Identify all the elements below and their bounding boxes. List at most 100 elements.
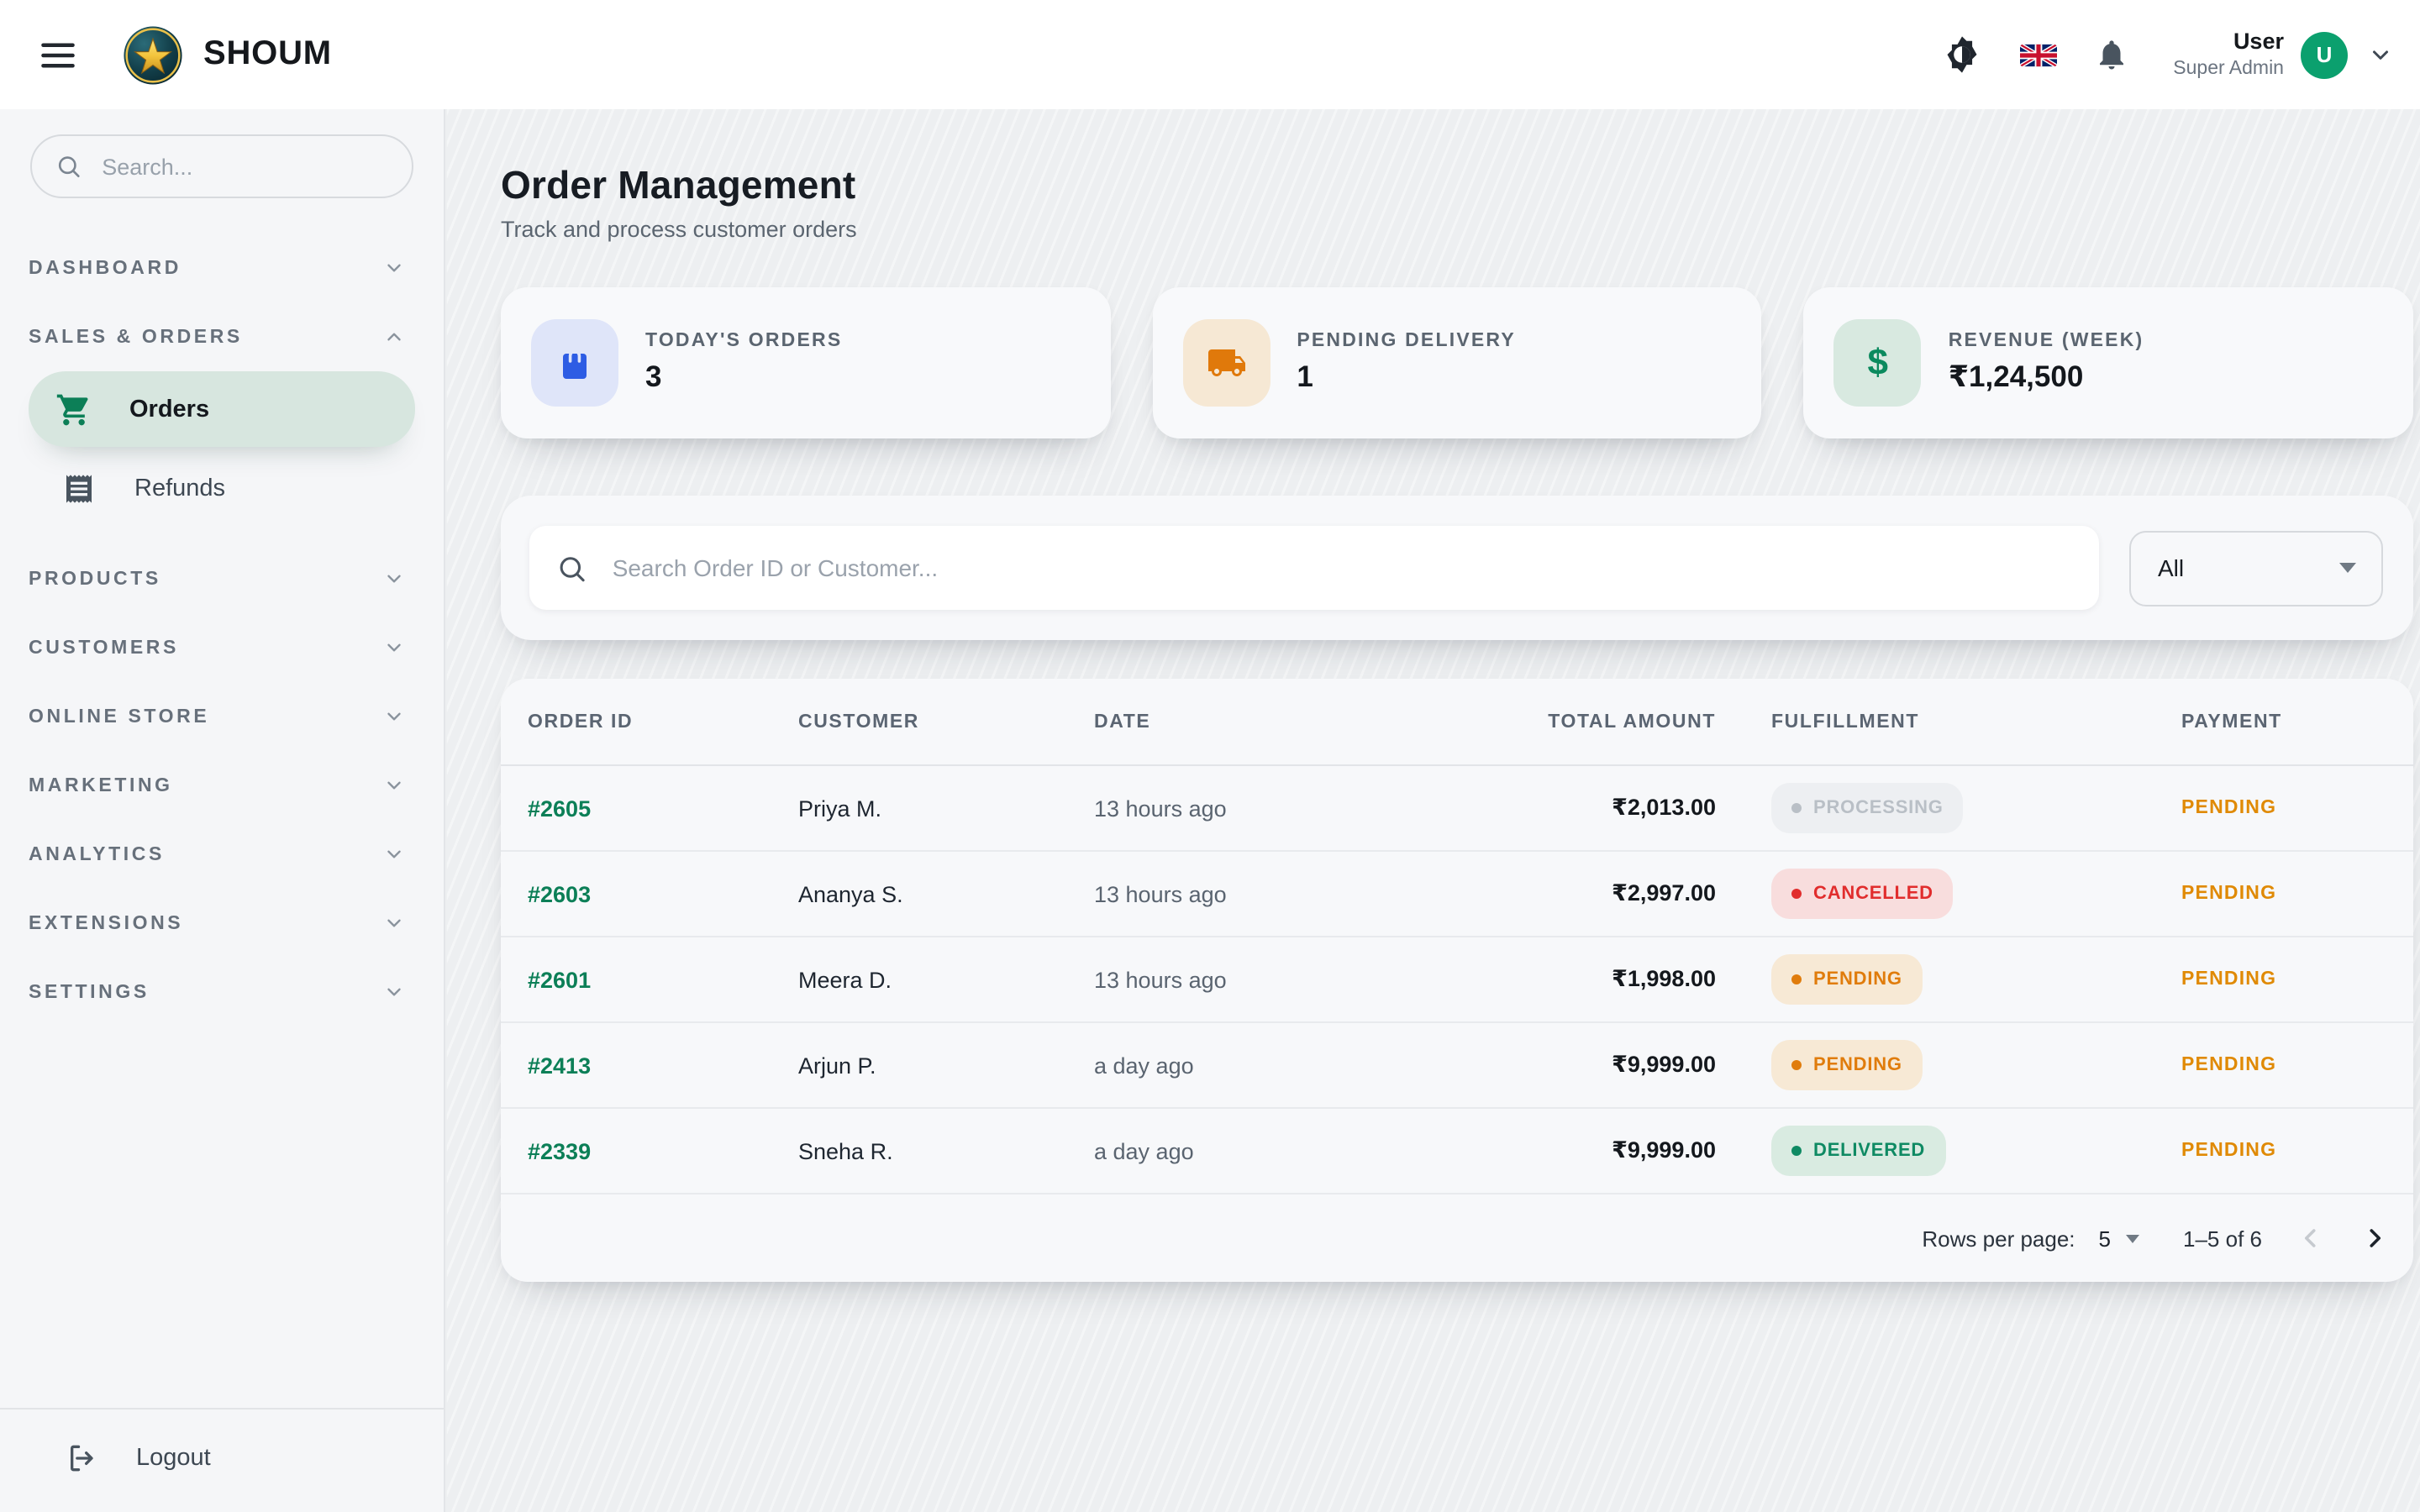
brand-name: SHOUM — [203, 35, 332, 74]
main-content: Order Management Track and process custo… — [447, 109, 2420, 1512]
stat-card-revenue: $ REVENUE (WEEK) ₹1,24,500 — [1804, 287, 2413, 438]
topbar-actions: User Super Admin U — [1941, 29, 2393, 81]
order-id-link[interactable]: #2413 — [528, 1053, 798, 1078]
stat-label: REVENUE (WEEK) — [1949, 331, 2144, 351]
dollar-icon: $ — [1834, 319, 1922, 407]
sidebar: DASHBOARD SALES & ORDERS Orders — [0, 109, 445, 1512]
user-role: Super Admin — [2173, 57, 2284, 81]
sidebar-search-input[interactable] — [98, 152, 388, 181]
payment-status: PENDING — [2181, 1055, 2386, 1075]
table-row[interactable]: #2601 Meera D. 13 hours ago ₹1,998.00 PE… — [501, 937, 2413, 1023]
date-cell: 13 hours ago — [1094, 967, 1430, 992]
sidebar-section-customers[interactable]: CUSTOMERS — [29, 613, 415, 682]
date-cell: 13 hours ago — [1094, 795, 1430, 821]
sidebar-item-refunds[interactable]: Refunds — [29, 450, 415, 526]
sidebar-footer: Logout — [0, 1408, 444, 1512]
filter-bar: All — [501, 496, 2413, 640]
order-id-link[interactable]: #2339 — [528, 1138, 798, 1163]
chevron-down-icon — [383, 568, 405, 590]
table-row[interactable]: #2413 Arjun P. a day ago ₹9,999.00 PENDI… — [501, 1023, 2413, 1109]
bell-icon — [2094, 37, 2129, 72]
amount-cell: ₹1,998.00 — [1430, 966, 1716, 993]
sidebar-item-label: Refunds — [134, 475, 225, 501]
caret-down-icon — [2339, 563, 2356, 573]
menu-toggle-button[interactable] — [40, 39, 76, 70]
theme-toggle-button[interactable] — [1941, 34, 1983, 76]
pagination-range: 1–5 of 6 — [2183, 1226, 2262, 1251]
order-id-link[interactable]: #2601 — [528, 967, 798, 992]
table-pagination: Rows per page: 5 1–5 of 6 — [501, 1194, 2413, 1282]
sidebar-section-dashboard[interactable]: DASHBOARD — [29, 234, 415, 302]
status-filter-select[interactable]: All — [2129, 530, 2383, 606]
amount-cell: ₹9,999.00 — [1430, 1052, 1716, 1079]
sidebar-item-orders[interactable]: Orders — [29, 371, 415, 447]
status-dot — [1791, 974, 1802, 984]
order-id-link[interactable]: #2603 — [528, 881, 798, 906]
amount-cell: ₹9,999.00 — [1430, 1137, 1716, 1164]
fulfillment-badge: PENDING — [1771, 1040, 1923, 1090]
orders-table: ORDER ID CUSTOMER DATE TOTAL AMOUNT FULF… — [501, 679, 2413, 1282]
fulfillment-badge: PROCESSING — [1771, 783, 1964, 833]
sidebar-search — [30, 134, 413, 198]
customer-cell: Arjun P. — [798, 1053, 1094, 1078]
next-page-button[interactable] — [2360, 1223, 2390, 1253]
page-title: Order Management — [501, 163, 2413, 208]
logout-icon — [62, 1441, 99, 1475]
table-row[interactable]: #2339 Sneha R. a day ago ₹9,999.00 DELIV… — [501, 1109, 2413, 1194]
user-menu-button[interactable] — [2368, 42, 2393, 67]
app-window: SHOUM — [0, 0, 2420, 1512]
uk-flag-icon — [2020, 43, 2057, 66]
order-id-link[interactable]: #2605 — [528, 795, 798, 821]
chevron-down-icon — [383, 706, 405, 727]
stat-value: ₹1,24,500 — [1949, 360, 2144, 395]
logout-button[interactable]: Logout — [30, 1431, 211, 1485]
date-cell: 13 hours ago — [1094, 881, 1430, 906]
payment-status: PENDING — [2181, 1141, 2386, 1161]
sidebar-section-marketing[interactable]: MARKETING — [29, 751, 415, 820]
dark-mode-icon — [1941, 34, 1983, 76]
chevron-up-icon — [383, 326, 405, 348]
sidebar-section-products[interactable]: PRODUCTS — [29, 544, 415, 613]
sidebar-section-online-store[interactable]: ONLINE STORE — [29, 682, 415, 751]
fulfillment-badge: PENDING — [1771, 954, 1923, 1005]
stats-row: TODAY'S ORDERS 3 PENDING DELIVERY 1 $ — [501, 287, 2413, 438]
rows-per-page-label: Rows per page: — [1922, 1226, 2075, 1251]
language-flag-button[interactable] — [2020, 43, 2057, 66]
sidebar-section-extensions[interactable]: EXTENSIONS — [29, 889, 415, 958]
table-header: ORDER ID CUSTOMER DATE TOTAL AMOUNT FULF… — [501, 679, 2413, 766]
receipt-icon — [59, 471, 99, 505]
chevron-down-icon — [383, 637, 405, 659]
fulfillment-badge: DELIVERED — [1771, 1126, 1945, 1176]
table-row[interactable]: #2603 Ananya S. 13 hours ago ₹2,997.00 C… — [501, 852, 2413, 937]
avatar[interactable]: U — [2301, 31, 2348, 78]
payment-status: PENDING — [2181, 798, 2386, 818]
stat-value: 3 — [645, 360, 842, 395]
column-header-order-id: ORDER ID — [528, 711, 798, 732]
rows-per-page-select[interactable]: 5 — [2099, 1226, 2139, 1251]
chevron-down-icon — [383, 843, 405, 865]
previous-page-button[interactable] — [2296, 1223, 2326, 1253]
sidebar-nav: DASHBOARD SALES & ORDERS Orders — [0, 234, 444, 1408]
column-header-fulfillment: FULFILLMENT — [1716, 711, 2181, 732]
column-header-payment: PAYMENT — [2181, 711, 2386, 732]
sidebar-item-label: Orders — [129, 396, 209, 423]
order-search-input[interactable] — [609, 553, 2072, 583]
notifications-button[interactable] — [2094, 37, 2129, 72]
customer-cell: Priya M. — [798, 795, 1094, 821]
amount-cell: ₹2,997.00 — [1430, 880, 1716, 907]
chevron-down-icon — [383, 257, 405, 279]
chevron-right-icon — [2360, 1223, 2390, 1253]
shopping-cart-icon — [54, 391, 94, 428]
sidebar-section-analytics[interactable]: ANALYTICS — [29, 820, 415, 889]
logout-label: Logout — [136, 1445, 211, 1472]
stat-card-pending-delivery: PENDING DELIVERY 1 — [1152, 287, 1761, 438]
fulfillment-badge: CANCELLED — [1771, 869, 1954, 919]
hamburger-icon — [40, 39, 76, 70]
customer-cell: Meera D. — [798, 967, 1094, 992]
status-dot — [1791, 1060, 1802, 1070]
sidebar-section-settings[interactable]: SETTINGS — [29, 958, 415, 1026]
stat-label: PENDING DELIVERY — [1297, 331, 1516, 351]
sidebar-section-sales-orders[interactable]: SALES & ORDERS — [29, 302, 415, 371]
date-cell: a day ago — [1094, 1053, 1430, 1078]
table-row[interactable]: #2605 Priya M. 13 hours ago ₹2,013.00 PR… — [501, 766, 2413, 852]
